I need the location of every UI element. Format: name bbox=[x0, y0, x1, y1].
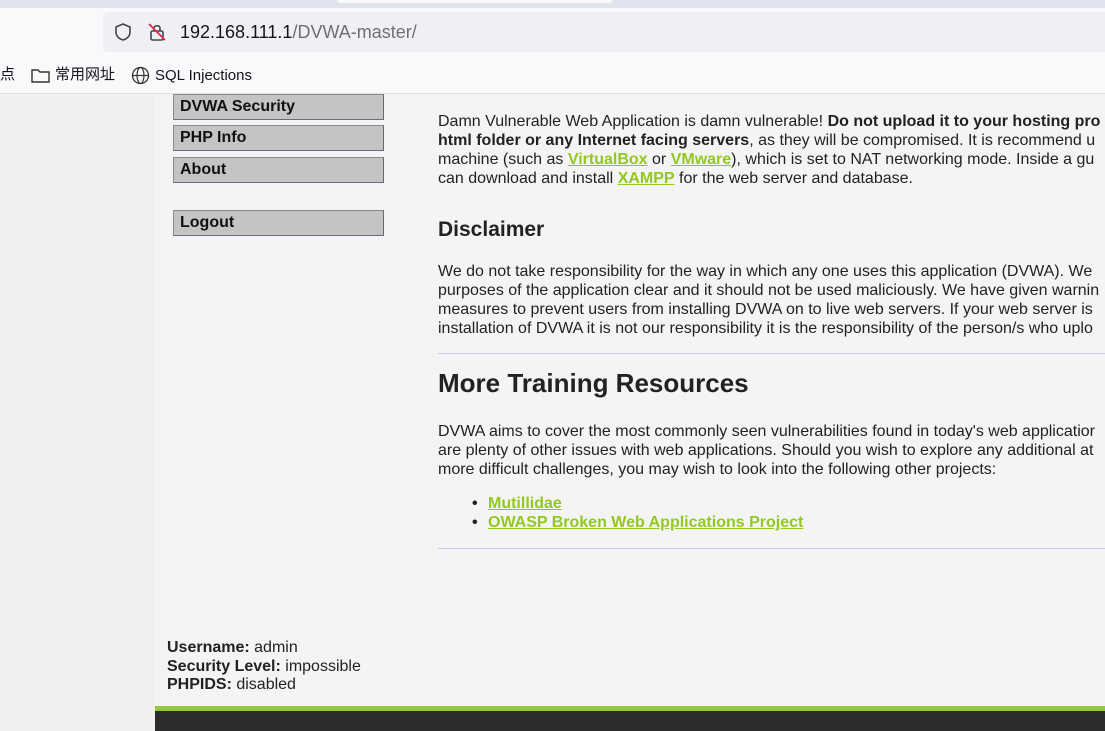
footer bbox=[155, 711, 1105, 731]
security-level-label: Security Level: bbox=[167, 657, 281, 675]
insecure-lock-icon[interactable] bbox=[147, 22, 167, 42]
bookmark-label: SQL Injections bbox=[155, 66, 252, 84]
resources-line: DVWA aims to cover the most commonly see… bbox=[438, 423, 1095, 440]
security-level-value: impossible bbox=[280, 657, 361, 675]
resources-line: are plenty of other issues with web appl… bbox=[438, 442, 1094, 459]
phpids-value: disabled bbox=[231, 676, 296, 693]
username-label: Username: bbox=[167, 639, 250, 656]
intro-text: for the web server and database. bbox=[674, 170, 913, 187]
url-text[interactable]: 192.168.111.1/DVWA-master/ bbox=[180, 22, 417, 42]
active-tab[interactable] bbox=[337, 0, 613, 3]
intro-text: or bbox=[647, 151, 671, 168]
dvwa-page: DVWA Security PHP Info About Logout Damn… bbox=[155, 94, 1105, 706]
tab-strip bbox=[0, 0, 1105, 8]
mutillidae-link[interactable]: Mutillidae bbox=[488, 495, 562, 512]
menu-item-dvwa-security[interactable]: DVWA Security bbox=[173, 94, 384, 120]
bookmark-item-partial[interactable]: 点 bbox=[0, 66, 15, 84]
globe-icon bbox=[131, 66, 150, 85]
left-gutter bbox=[0, 94, 155, 731]
disclaimer-line: measures to prevent users from installin… bbox=[438, 301, 1093, 318]
bookmark-folder-common-sites[interactable]: 常用网址 bbox=[31, 66, 115, 84]
intro-paragraph: Damn Vulnerable Web Application is damn … bbox=[438, 112, 1100, 188]
intro-warning: Do not upload it to your hosting pro bbox=[827, 113, 1101, 130]
disclaimer-line: installation of DVWA it is not our respo… bbox=[438, 320, 1093, 337]
intro-warning: html folder or any Internet facing serve… bbox=[438, 132, 750, 149]
intro-text: Damn Vulnerable Web Application is damn … bbox=[438, 113, 828, 130]
folder-icon bbox=[31, 69, 50, 83]
list-item: OWASP Broken Web Applications Project bbox=[438, 513, 803, 532]
bookmark-sql-injections[interactable]: SQL Injections bbox=[131, 66, 252, 85]
menu-item-logout[interactable]: Logout bbox=[173, 210, 384, 236]
intro-text: ), which is set to NAT networking mode. … bbox=[731, 151, 1095, 168]
bookmark-label: 点 bbox=[0, 66, 16, 83]
username-value: admin bbox=[249, 639, 298, 656]
resources-list: Mutillidae OWASP Broken Web Applications… bbox=[438, 494, 803, 532]
vmware-link[interactable]: VMware bbox=[671, 151, 731, 168]
menu-item-about[interactable]: About bbox=[173, 157, 384, 183]
resources-line: more difficult challenges, you may wish … bbox=[438, 461, 997, 478]
url-host: 192.168.111.1 bbox=[180, 22, 293, 42]
menu-item-php-info[interactable]: PHP Info bbox=[173, 125, 384, 151]
phpids-label: PHPIDS: bbox=[167, 676, 232, 693]
list-item: Mutillidae bbox=[438, 494, 803, 513]
xampp-link[interactable]: XAMPP bbox=[618, 170, 675, 187]
disclaimer-heading: Disclaimer bbox=[438, 218, 545, 241]
divider bbox=[438, 548, 1105, 549]
bookmark-label: 常用网址 bbox=[55, 66, 116, 83]
shield-icon[interactable] bbox=[113, 22, 133, 42]
virtualbox-link[interactable]: VirtualBox bbox=[568, 151, 648, 168]
url-path: /DVWA-master/ bbox=[292, 22, 417, 42]
disclaimer-line: purposes of the application clear and it… bbox=[438, 282, 1100, 299]
phpids-row: PHPIDS: disabled bbox=[167, 676, 361, 695]
bookmarks-bar: 点 常用网址 SQL Injections bbox=[0, 58, 1105, 94]
browser-toolbar: 192.168.111.1/DVWA-master/ bbox=[0, 8, 1105, 58]
username-row: Username: admin bbox=[167, 639, 361, 658]
resources-heading: More Training Resources bbox=[438, 368, 749, 398]
security-level-row: Security Level: impossible bbox=[167, 658, 361, 677]
resources-paragraph: DVWA aims to cover the most commonly see… bbox=[438, 422, 1095, 479]
divider bbox=[438, 353, 1105, 354]
disclaimer-paragraph: We do not take responsibility for the wa… bbox=[438, 262, 1099, 338]
intro-text: machine (such as bbox=[438, 151, 568, 168]
intro-text: , as they will be compromised. It is rec… bbox=[749, 132, 1096, 149]
address-bar[interactable]: 192.168.111.1/DVWA-master/ bbox=[103, 12, 1105, 52]
user-info: Username: admin Security Level: impossib… bbox=[167, 639, 361, 695]
disclaimer-line: We do not take responsibility for the wa… bbox=[438, 263, 1093, 280]
intro-text: can download and install bbox=[438, 170, 618, 187]
owasp-bwa-link[interactable]: OWASP Broken Web Applications Project bbox=[488, 514, 803, 531]
